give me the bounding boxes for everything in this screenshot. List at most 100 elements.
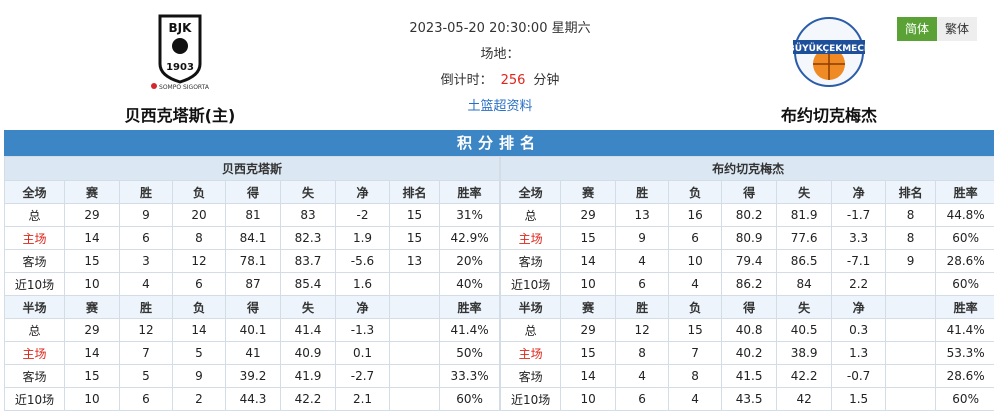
home-sponsor: SOMPO SIGORTA: [159, 84, 210, 91]
column-header: 净: [831, 180, 887, 204]
stat-cell: 40.1: [225, 318, 281, 342]
column-header: 胜率: [935, 295, 994, 319]
stat-cell: 41.4%: [935, 318, 994, 342]
row-label: 主场: [500, 341, 562, 365]
stat-cell: 15: [64, 364, 120, 388]
column-header: 失: [776, 295, 833, 319]
column-header: 赛: [64, 180, 120, 204]
stat-cell: [885, 387, 937, 411]
column-header: 负: [172, 295, 226, 319]
column-header: 胜率: [438, 180, 501, 204]
stat-cell: 60%: [935, 226, 994, 250]
home-team-header: 贝西克塔斯: [3, 156, 501, 181]
row-label: 近10场: [4, 272, 65, 296]
stat-cell: 10: [668, 249, 723, 273]
column-header: 得: [721, 295, 778, 319]
column-header: 胜: [119, 295, 173, 319]
stat-cell: 1.3: [831, 341, 887, 365]
stat-cell: 7: [119, 341, 173, 365]
column-header: 净: [831, 295, 887, 319]
row-label: 主场: [4, 226, 65, 250]
match-info: 2023-05-20 20:30:00 星期六 场地： 倒计时： 256 分钟 土篮…: [350, 16, 650, 120]
stat-cell: 86.5: [776, 249, 833, 273]
stat-cell: 41.5: [721, 364, 778, 388]
stat-cell: 4: [119, 272, 173, 296]
stat-cell: -5.6: [335, 249, 390, 273]
table-row: 总 29 12 15 40.8 40.5 0.3 41.4%: [500, 318, 994, 342]
stat-cell: 50%: [438, 341, 501, 365]
stat-cell: 41: [225, 341, 281, 365]
home-team-logo[interactable]: BJK 1903 SOMPO SIGORTA: [70, 12, 290, 94]
stat-cell: 78.1: [225, 249, 281, 273]
column-header: 胜: [615, 180, 670, 204]
stat-cell: 6: [615, 387, 670, 411]
standings-tables: 贝西克塔斯 全场赛胜负得失净排名 胜率总 29 9 20 81 83 -2 15 31% 主场 14 6 8…: [3, 156, 994, 411]
column-header: 半场: [4, 295, 65, 319]
half-column-header-row: 半场赛胜负得失净 胜率: [500, 295, 994, 319]
stat-cell: 1.6: [335, 272, 390, 296]
stat-cell: 14: [172, 318, 226, 342]
stat-cell: 31%: [438, 203, 501, 227]
stat-cell: -7.1: [831, 249, 887, 273]
stat-cell: [885, 272, 937, 296]
table-row: 主场 14 7 5 41 40.9 0.1 50%: [4, 341, 501, 365]
stat-cell: 38.9: [776, 341, 833, 365]
away-logo-text: BÜYÜKÇEKMECE: [791, 43, 867, 54]
column-header: [389, 295, 440, 319]
countdown-unit: 分钟: [533, 73, 560, 88]
column-header: 赛: [560, 295, 617, 319]
column-header: 全场: [500, 180, 562, 204]
countdown-label: 倒计时：: [440, 73, 493, 88]
column-header: 得: [225, 180, 281, 204]
stat-cell: 33.3%: [438, 364, 501, 388]
stat-cell: 40.8: [721, 318, 778, 342]
row-label: 主场: [4, 341, 65, 365]
full-column-header-row: 全场赛胜负得失净排名 胜率: [4, 180, 501, 204]
stat-cell: 4: [615, 364, 670, 388]
stat-cell: 44.3: [225, 387, 281, 411]
stat-cell: -1.3: [335, 318, 390, 342]
stat-cell: 80.9: [721, 226, 778, 250]
stat-cell: -1.7: [831, 203, 887, 227]
table-row: 客场 14 4 10 79.4 86.5 -7.1 9 28.6%: [500, 249, 994, 273]
stat-cell: 77.6: [776, 226, 833, 250]
stat-cell: 6: [172, 272, 226, 296]
table-row: 主场 15 9 6 80.9 77.6 3.3 8 60%: [500, 226, 994, 250]
home-team-name[interactable]: 贝西克塔斯(主): [70, 102, 290, 126]
stat-cell: 12: [172, 249, 226, 273]
table-row: 总 29 13 16 80.2 81.9 -1.7 8 44.8%: [500, 203, 994, 227]
stat-cell: 4: [615, 249, 670, 273]
stat-cell: [389, 318, 440, 342]
stat-cell: 13: [615, 203, 670, 227]
stat-cell: 40%: [438, 272, 501, 296]
league-data-link[interactable]: 土篮超资料: [350, 94, 650, 120]
stat-cell: 3.3: [831, 226, 887, 250]
stat-cell: 41.4: [280, 318, 336, 342]
stat-cell: 84.1: [225, 226, 281, 250]
standings-board: 积分排名 贝西克塔斯 全场赛胜负得失净排名 胜率总 29 9 20 81 83 -2 15 31% 主…: [3, 130, 994, 411]
stat-cell: -2: [335, 203, 390, 227]
row-label: 近10场: [4, 387, 65, 411]
table-row: 近10场 10 4 6 87 85.4 1.6 40%: [4, 272, 501, 296]
column-header: 失: [280, 180, 336, 204]
venue-label: 场地：: [480, 47, 520, 62]
home-team: BJK 1903 SOMPO SIGORTA 贝西克塔斯(主): [70, 12, 290, 126]
column-header: 负: [172, 180, 226, 204]
stat-cell: 29: [64, 318, 120, 342]
stat-cell: 29: [560, 318, 617, 342]
away-team-name[interactable]: 布约切克梅杰: [719, 102, 939, 126]
traditional-chinese-button[interactable]: 繁体: [937, 17, 978, 41]
stat-cell: 40.2: [721, 341, 778, 365]
row-label: 客场: [500, 364, 562, 388]
stat-cell: 28.6%: [935, 364, 994, 388]
stat-cell: 60%: [438, 387, 501, 411]
column-header: 得: [721, 180, 778, 204]
stat-cell: 14: [64, 341, 120, 365]
away-team-header-row: 布约切克梅杰: [500, 156, 994, 181]
stat-cell: 15: [560, 341, 617, 365]
simplified-chinese-button[interactable]: 简体: [897, 17, 938, 41]
stat-cell: 9: [119, 203, 173, 227]
row-label: 客场: [4, 364, 65, 388]
stat-cell: 82.3: [280, 226, 336, 250]
stat-cell: 10: [560, 387, 617, 411]
